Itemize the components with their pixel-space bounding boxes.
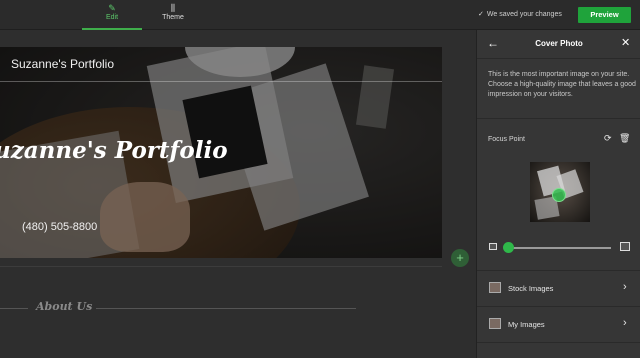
tab-theme[interactable]: ⫼ Theme <box>143 3 203 27</box>
about-title[interactable]: About Us <box>36 300 92 313</box>
reset-icon[interactable]: ⟳ <box>604 133 612 144</box>
panel-divider <box>477 58 640 59</box>
my-images-label: My Images <box>508 320 545 329</box>
focus-point-handle[interactable] <box>552 188 566 202</box>
stock-images-label: Stock Images <box>508 284 554 293</box>
focus-point-label: Focus Point <box>488 136 525 143</box>
hero-phone[interactable]: (480) 505-8800 <box>22 221 97 233</box>
panel-description: This is the most important image on your… <box>488 71 636 98</box>
stock-images-icon <box>489 282 501 293</box>
pencil-icon: ✎ <box>108 3 116 13</box>
section-divider <box>0 266 442 267</box>
image-large-icon <box>620 242 630 251</box>
theme-bars-icon: ⫼ <box>170 3 176 13</box>
tab-theme-label: Theme <box>162 14 184 21</box>
close-icon[interactable]: ✕ <box>621 36 630 49</box>
checkmark-icon: ✓ <box>478 11 484 18</box>
site-canvas: Suzanne's Portfolio uzanne's Portfolio (… <box>0 30 476 358</box>
trash-icon[interactable]: 🗑 <box>619 133 630 144</box>
focus-point-thumbnail[interactable] <box>530 162 590 222</box>
panel-title: Cover Photo <box>535 39 583 48</box>
chevron-right-icon: › <box>623 281 627 293</box>
save-status: ✓ We saved your changes <box>478 10 562 18</box>
heading-line-right <box>96 308 356 309</box>
cover-photo-section[interactable]: Suzanne's Portfolio uzanne's Portfolio (… <box>0 47 442 258</box>
chevron-right-icon: › <box>623 317 627 329</box>
add-section-button[interactable]: + <box>451 249 469 267</box>
tab-edit[interactable]: ✎ Edit <box>82 3 142 30</box>
zoom-slider-knob[interactable] <box>503 242 514 253</box>
hero-title[interactable]: uzanne's Portfolio <box>0 137 228 164</box>
site-title[interactable]: Suzanne's Portfolio <box>11 57 114 71</box>
about-heading-row: About Us <box>0 300 442 316</box>
save-status-text: We saved your changes <box>486 11 562 18</box>
panel-header: ← Cover Photo ✕ <box>477 30 640 58</box>
header-divider <box>0 81 442 82</box>
panel-divider <box>477 342 640 343</box>
cover-photo-panel: ← Cover Photo ✕ This is the most importa… <box>476 30 640 358</box>
heading-line-left <box>0 308 28 309</box>
stock-images-option[interactable]: Stock Images › <box>477 270 640 306</box>
zoom-slider-track[interactable] <box>505 247 611 249</box>
preview-button[interactable]: Preview <box>578 7 631 23</box>
panel-divider <box>477 118 640 119</box>
top-toolbar: ✎ Edit ⫼ Theme ✓ We saved your changes Pr… <box>0 0 640 30</box>
my-images-option[interactable]: My Images › <box>477 306 640 342</box>
my-images-icon <box>489 318 501 329</box>
tab-edit-label: Edit <box>105 14 119 21</box>
image-small-icon <box>489 243 497 250</box>
